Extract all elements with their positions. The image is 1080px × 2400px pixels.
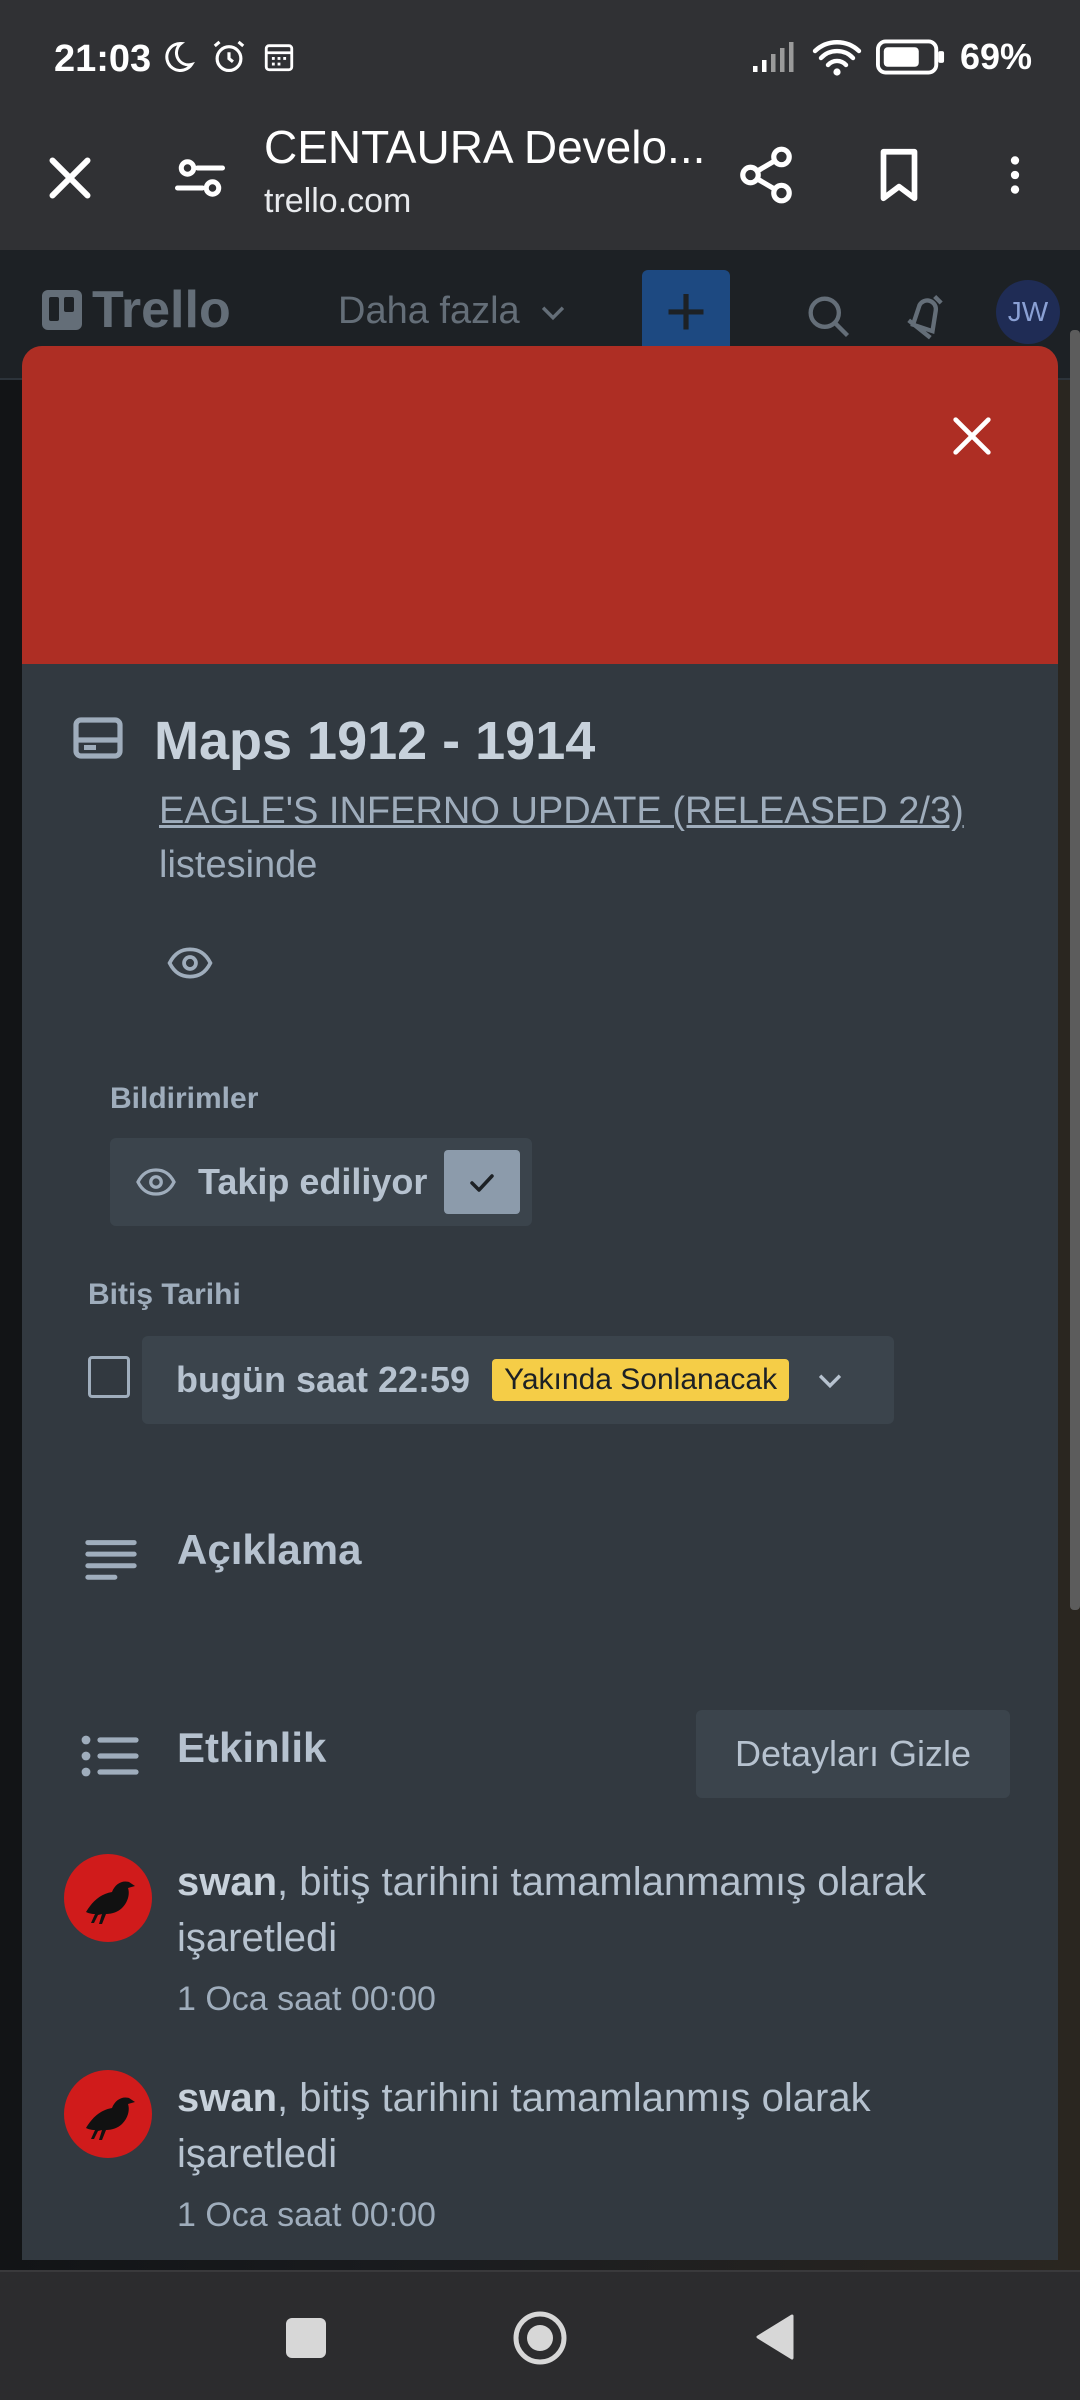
site-settings-icon[interactable] (170, 148, 230, 208)
crow-avatar-icon (86, 1881, 135, 1924)
list-suffix-text: listesinde (159, 844, 318, 886)
notifications-label: Bildirimler (110, 1082, 259, 1115)
avatar[interactable] (64, 2070, 152, 2158)
trello-logo-icon (42, 290, 82, 330)
trello-logo[interactable]: Trello (42, 280, 231, 340)
more-menu-button[interactable]: Daha fazla (338, 290, 570, 333)
page-url[interactable]: trello.com (264, 182, 411, 221)
activity-time[interactable]: 1 Oca saat 00:00 (177, 1980, 436, 2019)
trello-logo-text: Trello (92, 281, 231, 339)
battery-percentage: 69% (959, 36, 1032, 77)
avatar[interactable] (64, 1854, 152, 1942)
due-soon-badge: Yakında Sonlanacak (492, 1359, 790, 1401)
list-name-link[interactable]: EAGLE'S INFERNO UPDATE (RELEASED 2/3) (159, 790, 964, 833)
more-options-icon[interactable] (990, 142, 1040, 208)
due-complete-checkbox[interactable] (88, 1356, 130, 1398)
activity-title: Etkinlik (177, 1724, 327, 1771)
wifi-icon (812, 40, 862, 76)
due-date-value: bugün saat 22:59 (176, 1359, 471, 1400)
due-date-button[interactable]: bugün saat 22:59 Yakında Sonlanacak (142, 1336, 894, 1424)
activity-user[interactable]: swan (177, 2076, 277, 2120)
recent-apps-button[interactable] (286, 2318, 326, 2358)
browser-toolbar: CENTAURA Develo... trello.com (0, 120, 1080, 250)
signal-icon (752, 42, 794, 72)
system-navigation-bar (0, 2270, 1080, 2400)
chevron-down-icon (818, 1374, 842, 1389)
hide-details-button[interactable]: Detayları Gizle (696, 1710, 1010, 1798)
follow-check-box (444, 1150, 520, 1214)
share-icon[interactable] (735, 142, 797, 208)
home-button[interactable] (510, 2308, 570, 2368)
close-icon[interactable] (944, 408, 1000, 464)
status-bar: 21:03 69% (0, 0, 1080, 120)
activity-user[interactable]: swan (177, 1860, 277, 1904)
chevron-down-icon (541, 306, 564, 320)
description-title: Açıklama (177, 1526, 362, 1573)
page-title[interactable]: CENTAURA Develo... (264, 120, 704, 174)
bookmark-icon[interactable] (868, 142, 930, 208)
card-title[interactable]: Maps 1912 - 1914 (154, 710, 595, 772)
moon-icon (165, 41, 195, 72)
status-icons-right: 69% (750, 36, 1032, 78)
checkmark-icon (470, 1174, 494, 1192)
user-avatar[interactable]: JW (996, 280, 1060, 344)
eye-icon (136, 1168, 176, 1196)
activity-action: , bitiş tarihini tamamlanmış olarak işar… (177, 2076, 871, 2176)
card-cover (22, 346, 1058, 664)
follow-label: Takip ediliyor (198, 1161, 428, 1202)
crow-avatar-icon (86, 2097, 135, 2140)
page-scrollbar[interactable] (1070, 330, 1080, 1610)
close-tab-icon[interactable] (40, 148, 100, 208)
activity-text: swan, bitiş tarihini tamamlanmış olarak … (177, 2070, 997, 2182)
activity-time[interactable]: 1 Oca saat 00:00 (177, 2196, 436, 2235)
follow-button[interactable]: Takip ediliyor (110, 1138, 532, 1226)
status-time: 21:03 (54, 38, 152, 80)
status-icons-left (160, 38, 296, 76)
eye-icon (167, 947, 213, 979)
search-icon[interactable] (802, 290, 854, 342)
due-date-label: Bitiş Tarihi (88, 1278, 241, 1311)
create-button[interactable]: + (642, 270, 730, 358)
card-detail-modal: Maps 1912 - 1914 EAGLE'S INFERNO UPDATE … (22, 346, 1058, 2260)
card-icon (73, 717, 123, 759)
description-icon (85, 1540, 137, 1580)
back-button[interactable] (752, 2312, 796, 2362)
battery-icon (875, 39, 944, 75)
more-menu-label: Daha fazla (338, 290, 520, 332)
activity-action: , bitiş tarihini tamamlanmamış olarak iş… (177, 1860, 927, 1960)
notifications-bell-icon[interactable] (900, 290, 952, 342)
alarm-icon (213, 40, 245, 73)
calendar-icon (264, 44, 294, 72)
activity-icon (81, 1735, 139, 1777)
activity-text: swan, bitiş tarihini tamamlanmamış olara… (177, 1854, 997, 1966)
